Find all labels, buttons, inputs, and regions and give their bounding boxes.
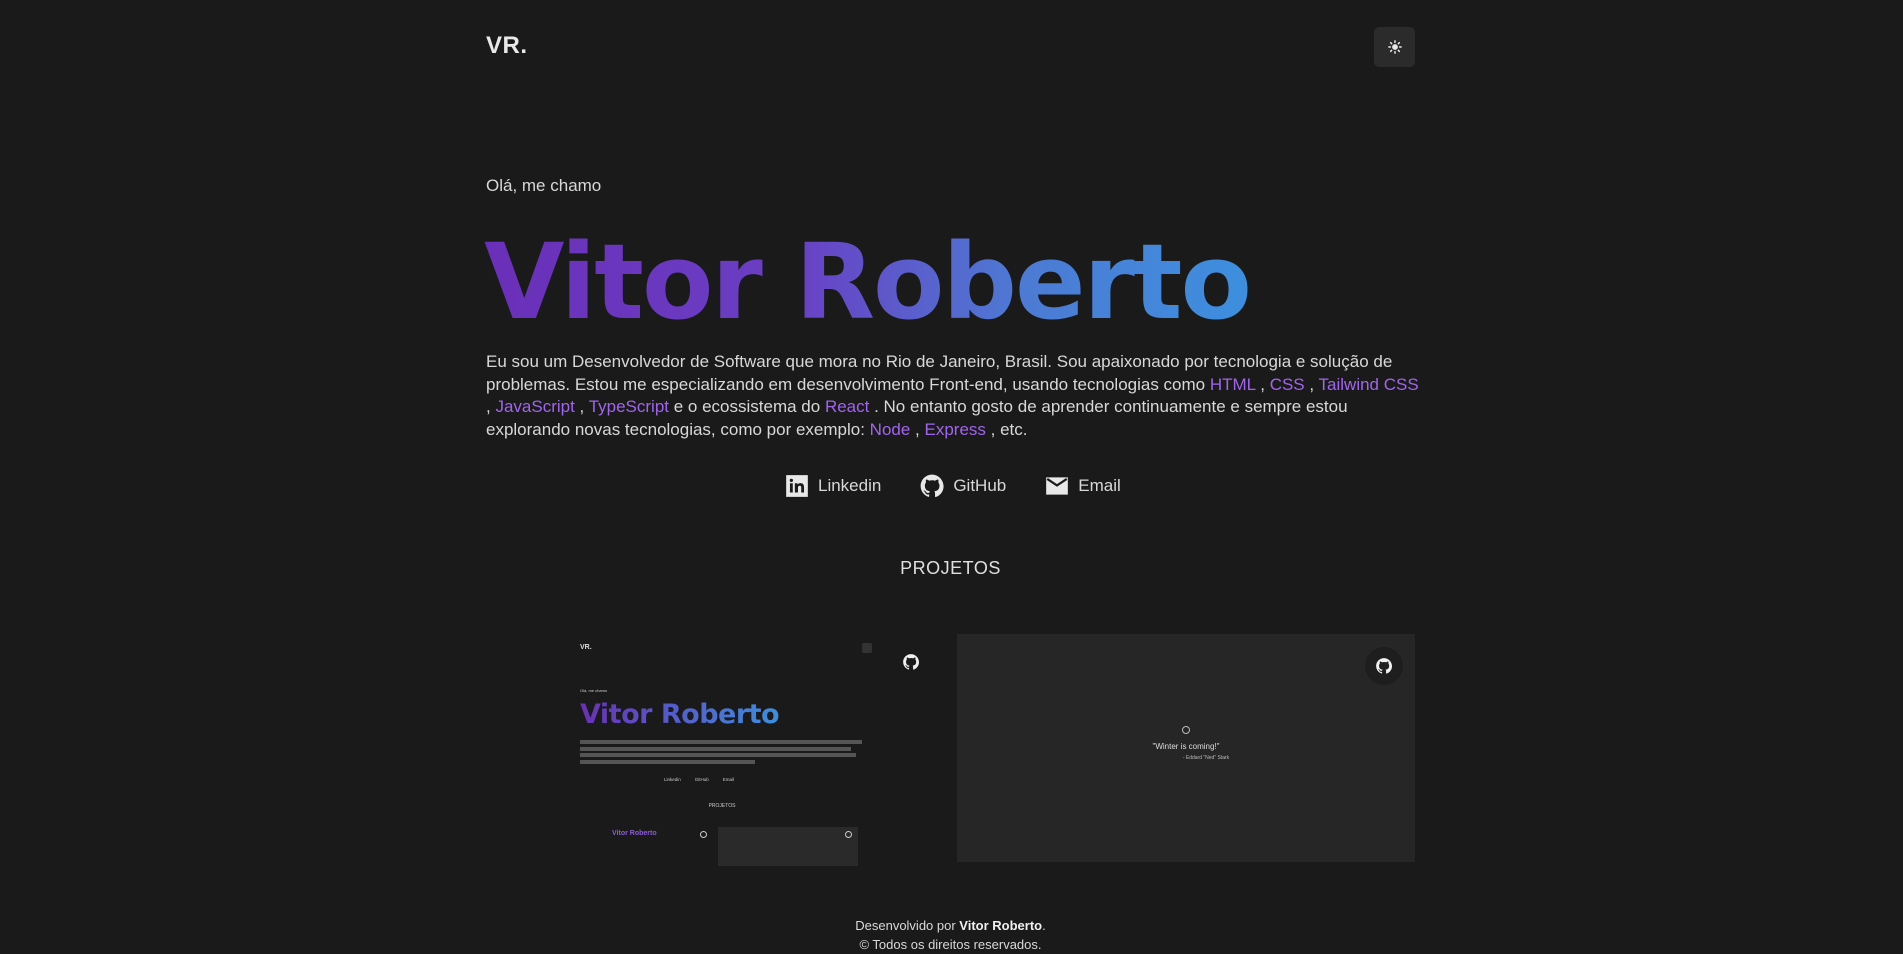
linkedin-icon: [786, 475, 808, 497]
preview-social-label: GitHub: [694, 777, 709, 782]
site-logo[interactable]: VR.: [486, 32, 528, 60]
footer: Desenvolvido por Vitor Roberto. © Todos …: [486, 916, 1415, 954]
social-links: Linkedin GitHub Email: [784, 473, 1159, 499]
preview-sub-name: Vitor Roberto: [612, 830, 657, 837]
preview-name: Vitor Roberto: [580, 699, 780, 730]
preview-socials: Linkedin GitHub Email: [664, 777, 734, 782]
mail-icon: [1046, 477, 1069, 495]
github-icon: [920, 474, 944, 498]
tech-javascript-link[interactable]: JavaScript: [495, 397, 574, 416]
preview-projects-heading: PROJETOS: [708, 803, 736, 809]
hero-name: Vitor Roberto: [484, 217, 1252, 347]
footer-author: Vitor Roberto: [959, 918, 1043, 933]
linkedin-link[interactable]: Linkedin: [784, 473, 881, 499]
tech-html-link[interactable]: HTML: [1210, 375, 1256, 394]
footer-text: .: [1042, 918, 1046, 933]
refresh-icon: [1182, 726, 1190, 734]
tech-express-link[interactable]: Express: [924, 420, 985, 439]
bio-separator: ,: [1304, 374, 1319, 394]
tech-tailwind-link[interactable]: Tailwind CSS: [1319, 375, 1419, 394]
project1-github-button[interactable]: [902, 653, 920, 676]
github-link[interactable]: GitHub: [919, 473, 1006, 499]
preview-bio: [580, 740, 862, 764]
preview-greeting: Olá, me chamo: [580, 688, 608, 693]
github-icon: [1376, 658, 1393, 674]
tech-typescript-link[interactable]: TypeScript: [589, 397, 669, 416]
bio-separator: ,: [574, 397, 589, 416]
email-label: Email: [1078, 476, 1121, 495]
footer-text: Desenvolvido por: [855, 918, 960, 933]
quote-text: "Winter is coming!": [1152, 742, 1220, 751]
theme-toggle-button[interactable]: [1374, 27, 1415, 67]
bio-separator: ,: [1255, 374, 1270, 394]
bio-separator: ,: [910, 419, 925, 439]
project-quote: "Winter is coming!" - Eddard "Ned" Stark: [957, 726, 1415, 761]
tech-react-link[interactable]: React: [825, 397, 869, 416]
linkedin-label: Linkedin: [818, 476, 882, 495]
bio-text: e o ecossistema do: [669, 397, 825, 416]
hero-bio: Eu sou um Desenvolvedor de Software que …: [486, 351, 1421, 441]
email-link[interactable]: Email: [1044, 473, 1121, 499]
project2-github-button[interactable]: [1365, 647, 1403, 685]
preview-project-thumb: [718, 827, 858, 866]
sun-icon: [1387, 40, 1402, 54]
project-card-portfolio[interactable]: VR. Olá, me chamo Vitor Roberto Linkedin…: [572, 634, 872, 866]
preview-github-icon: [700, 831, 707, 838]
github-label: GitHub: [953, 476, 1007, 495]
quote-author: - Eddard "Ned" Stark: [1182, 755, 1230, 761]
project-preview-image: VR. Olá, me chamo Vitor Roberto Linkedin…: [572, 634, 872, 866]
preview-social-label: Email: [722, 777, 735, 782]
tech-node-link[interactable]: Node: [870, 420, 911, 439]
projects-heading: PROJETOS: [900, 558, 1001, 578]
preview-theme-button: [862, 643, 872, 653]
bio-text: , etc.: [985, 419, 1028, 439]
github-icon: [903, 654, 920, 670]
preview-github-icon: [845, 831, 852, 838]
footer-copyright: © Todos os direitos reservados.: [859, 937, 1042, 952]
preview-social-label: Linkedin: [664, 777, 681, 782]
footer-credit: Desenvolvido por Vitor Roberto.: [486, 916, 1415, 935]
hero-greeting: Olá, me chamo: [486, 176, 602, 195]
tech-css-link[interactable]: CSS: [1270, 375, 1305, 394]
preview-logo: VR.: [580, 644, 592, 651]
project-card-quotes[interactable]: "Winter is coming!" - Eddard "Ned" Stark: [957, 634, 1415, 862]
